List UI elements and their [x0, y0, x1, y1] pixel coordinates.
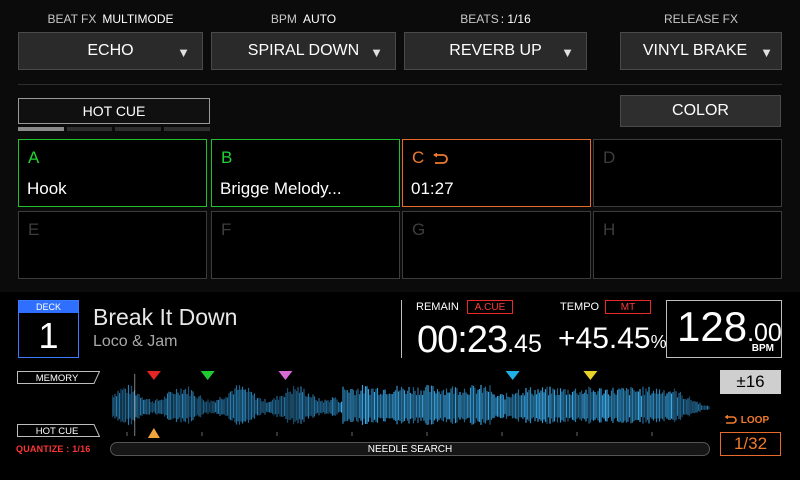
- fx-label: BEATS: [460, 12, 499, 26]
- tempo-main: +45.45: [558, 322, 651, 355]
- tempo-range-button[interactable]: ±16: [720, 370, 781, 394]
- deck-info-panel: DECK 1 Break It Down Loco & Jam REMAIN A…: [0, 292, 800, 480]
- pad-letter: G: [412, 220, 426, 239]
- remain-label: REMAIN: [416, 301, 459, 313]
- pad-letter: F: [221, 220, 232, 239]
- hot-cue-tab[interactable]: HOT CUE: [18, 98, 210, 124]
- fx-value: SPIRAL DOWN: [247, 42, 360, 59]
- pad-name: Brigge Melody...: [220, 179, 342, 198]
- release-fx-column: RELEASE FX VINYL BRAKE ▼: [620, 10, 782, 72]
- loop-icon: [724, 415, 737, 425]
- bpm-main: 128: [677, 303, 748, 350]
- hot-cue-pad-f[interactable]: F: [211, 211, 400, 279]
- hot-cue-pad-e[interactable]: E: [18, 211, 207, 279]
- memory-marker[interactable]: [583, 371, 598, 380]
- tempo-unit: %: [650, 332, 667, 352]
- fx-label: BEAT FX: [47, 12, 97, 26]
- pad-letter: C: [412, 148, 425, 167]
- tab-page-indicator: [115, 127, 161, 131]
- pad-letter: E: [28, 220, 40, 239]
- memory-label: MEMORY: [36, 373, 79, 384]
- deck-number: 1: [38, 315, 59, 356]
- fx-label: BPM: [270, 12, 297, 26]
- track-artist: Loco & Jam: [93, 333, 178, 350]
- memory-marker[interactable]: [146, 371, 161, 380]
- memory-marker[interactable]: [278, 371, 293, 380]
- fx-value: VINYL BRAKE: [642, 42, 748, 59]
- pad-letter: H: [603, 220, 616, 239]
- needle-search-bar[interactable]: NEEDLE SEARCH: [110, 442, 710, 456]
- pad-name: Hook: [27, 179, 67, 198]
- divider: [401, 300, 402, 358]
- pad-letter: B: [221, 148, 233, 167]
- time-main: 00:23: [417, 319, 508, 361]
- hot-cue-pad-g[interactable]: G: [402, 211, 591, 279]
- deck-indicator: DECK 1: [18, 300, 79, 358]
- tab-page-indicator: [67, 127, 112, 131]
- tempo-label: TEMPO: [560, 301, 600, 313]
- waveform[interactable]: [112, 370, 710, 438]
- top-panel: BEAT FX MULTIMODE ECHO ▼ BPM AUTO SPIRAL DO…: [0, 0, 800, 292]
- loop-length-button[interactable]: 1/32: [720, 432, 781, 456]
- memory-marker[interactable]: [200, 371, 215, 380]
- memory-marker[interactable]: [505, 371, 520, 380]
- master-tempo-badge: MT: [605, 300, 651, 314]
- bpm-unit: BPM: [751, 343, 774, 354]
- color-button[interactable]: COLOR: [620, 95, 781, 127]
- hot-cue-pad-h[interactable]: H: [593, 211, 782, 279]
- fx-value: REVERB UP: [449, 42, 542, 59]
- beats-fx-select[interactable]: REVERB UP ▼: [404, 32, 587, 70]
- caret-down-icon: ▼: [561, 45, 574, 60]
- loop-label-group: LOOP: [722, 415, 769, 426]
- hot-cue-label: HOT CUE: [36, 426, 79, 437]
- hot-cue-pad-c[interactable]: C 01:27: [402, 139, 591, 207]
- divider: [18, 84, 782, 85]
- track-title: Break It Down: [93, 304, 238, 330]
- tab-page-indicator: [164, 127, 210, 131]
- pad-letter: D: [603, 148, 616, 167]
- caret-down-icon: ▼: [370, 45, 383, 60]
- hot-cue-pad-d[interactable]: D: [593, 139, 782, 207]
- fx-mode: MULTIMODE: [102, 12, 174, 26]
- tab-page-indicator: [18, 127, 64, 131]
- tempo-value: +45.45%: [558, 322, 667, 356]
- bpm-fx-column: BPM AUTO SPIRAL DOWN ▼: [211, 10, 396, 72]
- pad-name: 01:27: [411, 179, 454, 198]
- fx-mode: : 1/16: [500, 12, 531, 26]
- hot-cue-marker[interactable]: [147, 428, 160, 438]
- beat-fx-select[interactable]: ECHO ▼: [18, 32, 203, 70]
- remaining-time: 00:23.45: [417, 319, 542, 362]
- release-fx-select[interactable]: VINYL BRAKE ▼: [620, 32, 782, 70]
- hot-cue-tag: HOT CUE: [17, 424, 100, 437]
- pad-letter: A: [28, 148, 40, 167]
- caret-down-icon: ▼: [760, 45, 773, 60]
- loop-label: LOOP: [740, 415, 770, 426]
- quantize-indicator: QUANTIZE : 1/16: [16, 444, 91, 454]
- bpm-display: 128.00 BPM: [666, 300, 782, 358]
- fx-label: RELEASE FX: [663, 12, 739, 26]
- time-fraction: .45: [507, 330, 542, 358]
- beat-fx-column: BEAT FX MULTIMODE ECHO ▼: [18, 10, 203, 72]
- deck-label: DECK: [19, 301, 78, 313]
- beats-fx-column: BEATS: 1/16 REVERB UP ▼: [404, 10, 587, 72]
- fx-value: ECHO: [87, 42, 134, 59]
- loop-icon: [433, 152, 449, 164]
- bpm-fx-select[interactable]: SPIRAL DOWN ▼: [211, 32, 396, 70]
- caret-down-icon: ▼: [177, 45, 190, 60]
- hot-cue-pad-b[interactable]: B Brigge Melody...: [211, 139, 400, 207]
- hot-cue-pad-a[interactable]: A Hook: [18, 139, 207, 207]
- memory-tag: MEMORY: [17, 371, 100, 384]
- fx-mode: AUTO: [302, 12, 337, 26]
- auto-cue-badge: A.CUE: [467, 300, 513, 314]
